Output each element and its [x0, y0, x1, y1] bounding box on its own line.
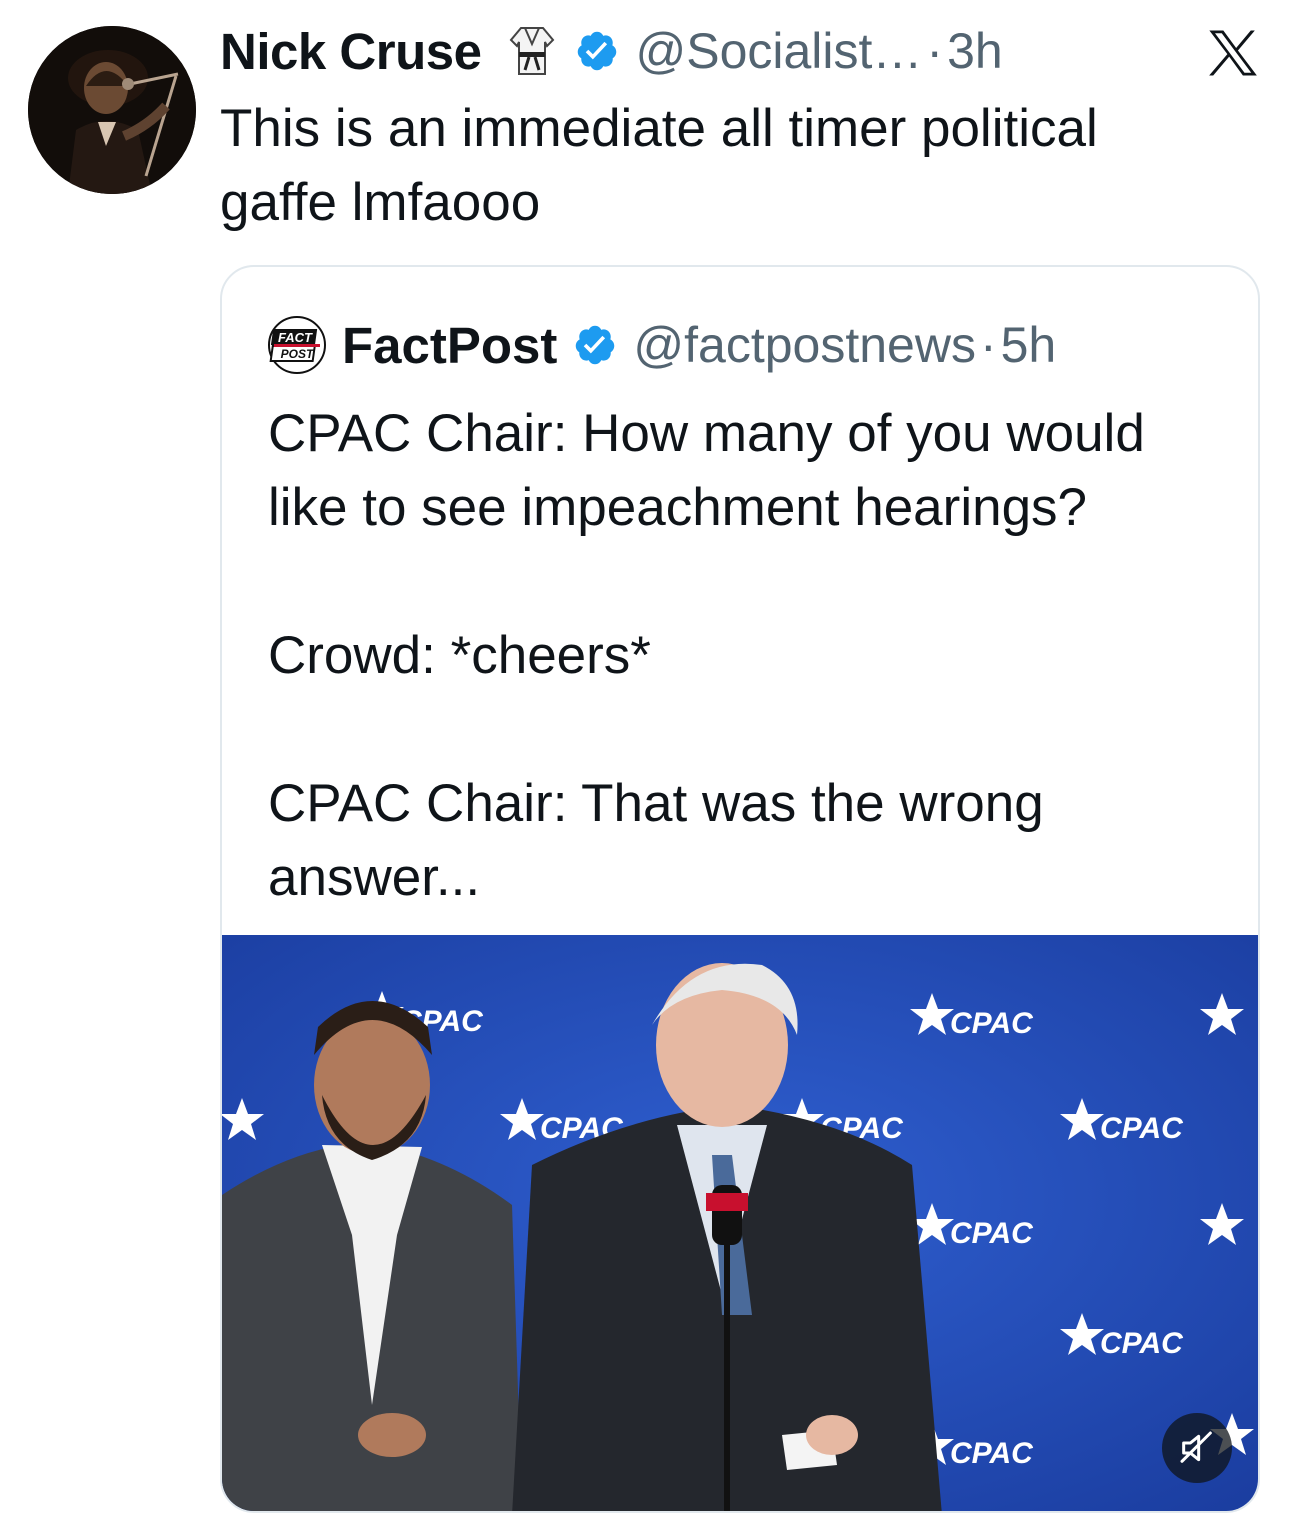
avatar-photo — [28, 26, 196, 194]
karate-gi-icon — [510, 27, 555, 75]
speaker-muted-icon — [1180, 1431, 1212, 1463]
logo-text-post: POST — [281, 347, 315, 361]
backdrop-label: CPAC — [950, 1217, 1034, 1250]
factpost-logo[interactable]: FACT POST — [268, 316, 326, 374]
author-avatar[interactable] — [28, 26, 196, 194]
video-player[interactable]: CPAC CPAC CPAC CPAC CPAC CPAC CPAC CPAC — [222, 935, 1258, 1511]
quoted-tweet-card[interactable]: FACT POST FactPost @factpostnews · 5h CP… — [220, 265, 1260, 1513]
backdrop-label: CPAC — [950, 1437, 1034, 1470]
tweet-time[interactable]: 3h — [947, 22, 1003, 80]
video-frame: CPAC CPAC CPAC CPAC CPAC CPAC CPAC CPAC — [222, 935, 1258, 1511]
separator-dot: · — [979, 317, 997, 373]
mute-button[interactable] — [1162, 1413, 1232, 1483]
backdrop-label: CPAC — [1100, 1327, 1184, 1360]
separator-dot: · — [926, 23, 944, 79]
verified-badge-icon — [576, 325, 615, 365]
tweet-text: This is an immediate all timer political… — [220, 92, 1240, 240]
backdrop-label: CPAC — [950, 1007, 1034, 1040]
quoted-author-name[interactable]: FactPost — [342, 316, 557, 375]
author-name[interactable]: Nick Cruse — [220, 22, 482, 81]
author-handle[interactable]: @Socialist… — [635, 22, 922, 80]
quoted-text-line: Crowd: *cheers* — [268, 626, 651, 685]
tweet-text-line: This is an immediate all timer political — [220, 99, 1098, 158]
logo-text-fact: FACT — [278, 330, 313, 345]
quoted-text-line: like to see impeachment hearings? — [268, 478, 1088, 537]
quoted-tweet-time[interactable]: 5h — [1001, 316, 1057, 374]
quoted-text-line: answer... — [268, 848, 481, 907]
x-logo-icon — [1209, 30, 1257, 76]
tweet-text-line: gaffe lmfaooo — [220, 173, 541, 232]
tweet-header: Nick Cruse @Socialist… · 3h — [220, 18, 1003, 84]
quoted-text-line: CPAC Chair: That was the wrong — [268, 774, 1044, 833]
quoted-text-line: CPAC Chair: How many of you would — [268, 404, 1145, 463]
backdrop-label: CPAC — [1100, 1112, 1184, 1145]
verified-badge-icon — [578, 31, 617, 71]
quoted-tweet-text: CPAC Chair: How many of you would like t… — [268, 397, 1228, 915]
quoted-author-handle[interactable]: @factpostnews — [633, 316, 976, 374]
quoted-tweet-header: FACT POST FactPost @factpostnews · 5h — [268, 316, 1057, 375]
